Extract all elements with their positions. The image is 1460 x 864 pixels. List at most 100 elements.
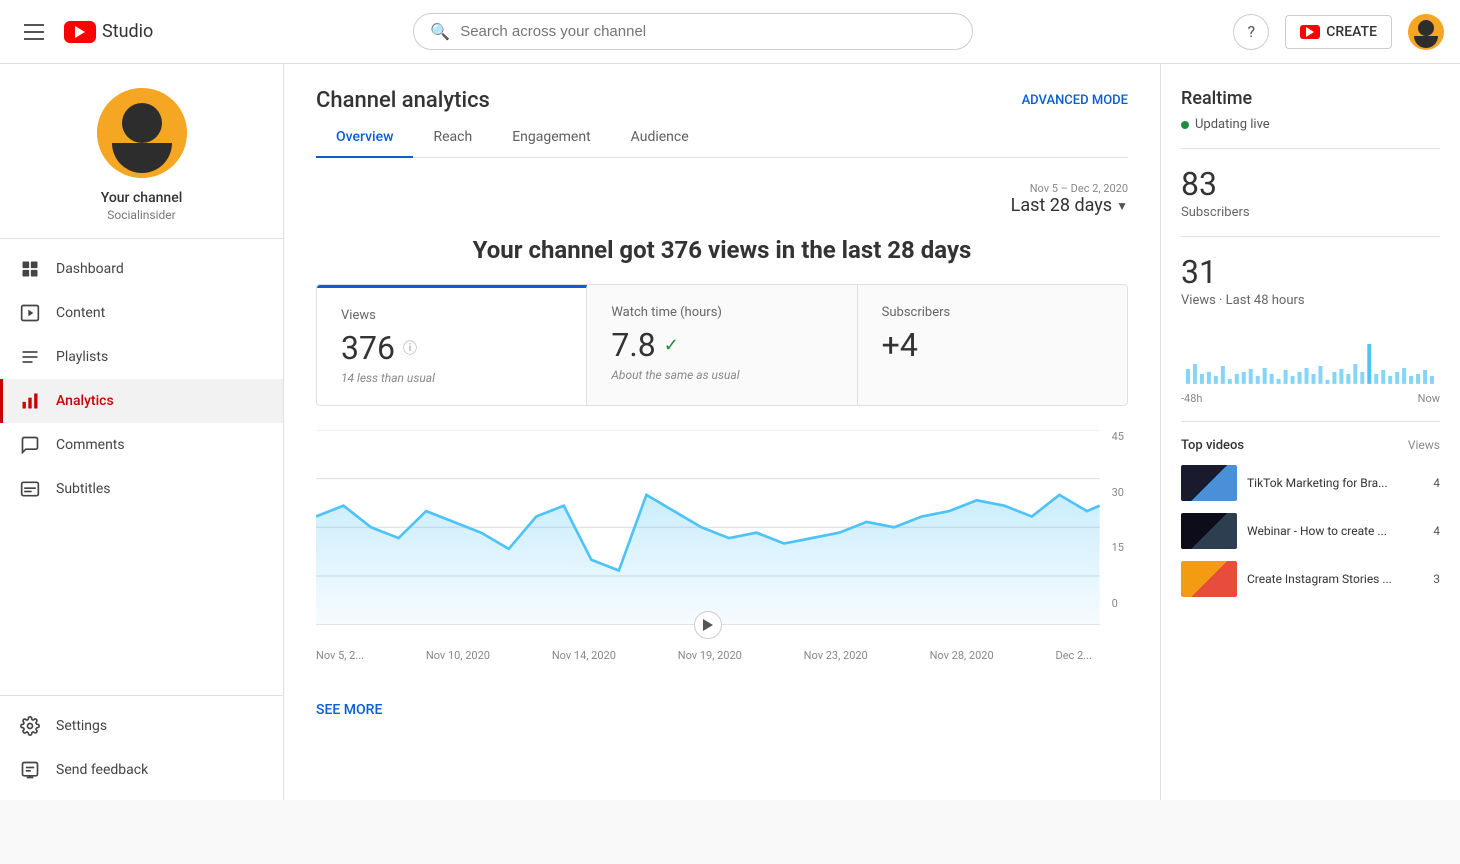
comments-icon — [20, 435, 40, 455]
search-icon: 🔍 — [430, 22, 450, 41]
create-button[interactable]: CREATE — [1285, 15, 1392, 49]
sidebar-item-subtitles-label: Subtitles — [56, 481, 111, 497]
profile-name: Your channel — [101, 190, 183, 206]
subscribers-label: Subscribers — [882, 305, 1103, 320]
views-stat: 31 — [1181, 253, 1440, 291]
mini-chart-end: Now — [1418, 392, 1440, 405]
y-label-15: 15 — [1112, 541, 1124, 554]
youtube-icon — [64, 21, 96, 43]
video-thumb-2 — [1181, 513, 1237, 549]
logo-text: Studio — [102, 21, 153, 42]
menu-button[interactable] — [16, 16, 52, 48]
top-videos-title: Top videos — [1181, 438, 1244, 453]
sidebar: Your channel Socialinsider Dashboard Con… — [0, 64, 284, 800]
search-bar[interactable]: 🔍 — [413, 13, 973, 50]
video-thumb-1 — [1181, 465, 1237, 501]
live-dot — [1181, 121, 1189, 129]
y-label-0: 0 — [1112, 597, 1124, 610]
sidebar-item-comments-label: Comments — [56, 437, 125, 453]
video-info-2: Webinar - How to create ... — [1247, 524, 1423, 538]
settings-icon — [20, 716, 40, 736]
sidebar-item-feedback[interactable]: Send feedback — [0, 748, 283, 792]
metric-card-watchtime[interactable]: Watch time (hours) 7.8 ✓ About the same … — [587, 285, 857, 405]
date-range-sub: Nov 5 – Dec 2, 2020 — [1030, 182, 1128, 195]
mini-chart — [1181, 324, 1440, 384]
x-axis-labels: Nov 5, 2... Nov 10, 2020 Nov 14, 2020 No… — [316, 629, 1128, 662]
x-label-7: Dec 2... — [1056, 649, 1092, 662]
views-info-icon: ⓘ — [403, 338, 417, 358]
date-selector-container: Nov 5 – Dec 2, 2020 Last 28 days ▼ — [316, 182, 1128, 216]
see-more-button[interactable]: SEE MORE — [316, 702, 382, 718]
profile-avatar-inner — [97, 88, 187, 178]
topnav-center: 🔍 — [169, 13, 1217, 50]
tab-overview[interactable]: Overview — [316, 117, 413, 157]
main-content: Channel analytics ADVANCED MODE Overview… — [284, 64, 1160, 800]
metric-card-subscribers[interactable]: Subscribers +4 — [858, 285, 1127, 405]
subscribers-value: +4 — [882, 326, 1103, 364]
dropdown-arrow-icon: ▼ — [1116, 199, 1128, 213]
mini-chart-svg — [1181, 324, 1440, 384]
sidebar-item-subtitles[interactable]: Subtitles — [0, 467, 283, 511]
tab-reach[interactable]: Reach — [413, 117, 492, 157]
watchtime-label: Watch time (hours) — [611, 305, 832, 320]
video-views-3: 3 — [1433, 572, 1440, 586]
realtime-live: Updating live — [1181, 117, 1440, 132]
profile-avatar — [97, 88, 187, 178]
video-row-2[interactable]: Webinar - How to create ... 4 — [1181, 513, 1440, 549]
page-title: Channel analytics — [316, 88, 490, 113]
chart-play-button[interactable] — [694, 611, 722, 639]
chart-area — [316, 430, 1100, 625]
sidebar-item-content[interactable]: Content — [0, 291, 283, 335]
advanced-mode-button[interactable]: ADVANCED MODE — [1022, 93, 1128, 108]
realtime-title: Realtime — [1181, 88, 1440, 109]
x-label-1: Nov 5, 2... — [316, 649, 364, 662]
right-panel: Realtime Updating live 83 Subscribers 31… — [1160, 64, 1460, 800]
sidebar-profile: Your channel Socialinsider — [0, 64, 283, 239]
help-button[interactable]: ? — [1233, 14, 1269, 50]
sidebar-item-settings[interactable]: Settings — [0, 704, 283, 748]
sidebar-item-playlists[interactable]: Playlists — [0, 335, 283, 379]
mini-chart-labels: -48h Now — [1181, 392, 1440, 405]
chart-svg — [316, 430, 1100, 625]
tab-engagement[interactable]: Engagement — [492, 117, 610, 157]
video-views-2: 4 — [1433, 524, 1440, 538]
topnav-left: Studio — [16, 16, 153, 48]
avatar[interactable] — [1408, 14, 1444, 50]
video-row-3[interactable]: Create Instagram Stories ... 3 — [1181, 561, 1440, 597]
logo[interactable]: Studio — [64, 21, 153, 43]
subscribers-stat-label: Subscribers — [1181, 205, 1440, 220]
video-info-3: Create Instagram Stories ... — [1247, 572, 1423, 586]
sidebar-bottom: Settings Send feedback — [0, 695, 283, 800]
sidebar-item-comments[interactable]: Comments — [0, 423, 283, 467]
live-label: Updating live — [1195, 117, 1270, 132]
sidebar-item-dashboard[interactable]: Dashboard — [0, 247, 283, 291]
x-label-3: Nov 14, 2020 — [552, 649, 616, 662]
video-row-1[interactable]: TikTok Marketing for Bra... 4 — [1181, 465, 1440, 501]
tabs: Overview Reach Engagement Audience — [316, 117, 1128, 158]
feedback-icon — [20, 760, 40, 780]
video-thumb-3 — [1181, 561, 1237, 597]
date-range-value: Last 28 days — [1011, 195, 1112, 216]
watchtime-value: 7.8 ✓ — [611, 326, 832, 364]
subtitles-icon — [20, 479, 40, 499]
views-stat-label: Views · Last 48 hours — [1181, 293, 1440, 308]
sidebar-item-playlists-label: Playlists — [56, 349, 108, 365]
video-info-1: TikTok Marketing for Bra... — [1247, 476, 1423, 490]
profile-handle: Socialinsider — [107, 208, 175, 222]
sidebar-item-feedback-label: Send feedback — [56, 762, 148, 778]
subscribers-stat: 83 — [1181, 165, 1440, 203]
help-icon: ? — [1247, 22, 1255, 41]
metrics-row: Views 376 ⓘ 14 less than usual Watch tim… — [316, 284, 1128, 406]
date-selector[interactable]: Nov 5 – Dec 2, 2020 Last 28 days ▼ — [1011, 182, 1128, 216]
chart-container: 45 30 15 0 Nov 5, 2... Nov 10, 2020 Nov … — [316, 430, 1128, 662]
x-label-4: Nov 19, 2020 — [678, 649, 742, 662]
rt-divider-2 — [1181, 236, 1440, 237]
sidebar-item-analytics[interactable]: Analytics — [0, 379, 283, 423]
metric-card-views[interactable]: Views 376 ⓘ 14 less than usual — [317, 285, 587, 405]
mini-chart-start: -48h — [1181, 392, 1202, 405]
playlists-icon — [20, 347, 40, 367]
search-input[interactable] — [460, 23, 956, 40]
x-label-2: Nov 10, 2020 — [426, 649, 490, 662]
tab-audience[interactable]: Audience — [611, 117, 709, 157]
create-label: CREATE — [1326, 24, 1377, 40]
